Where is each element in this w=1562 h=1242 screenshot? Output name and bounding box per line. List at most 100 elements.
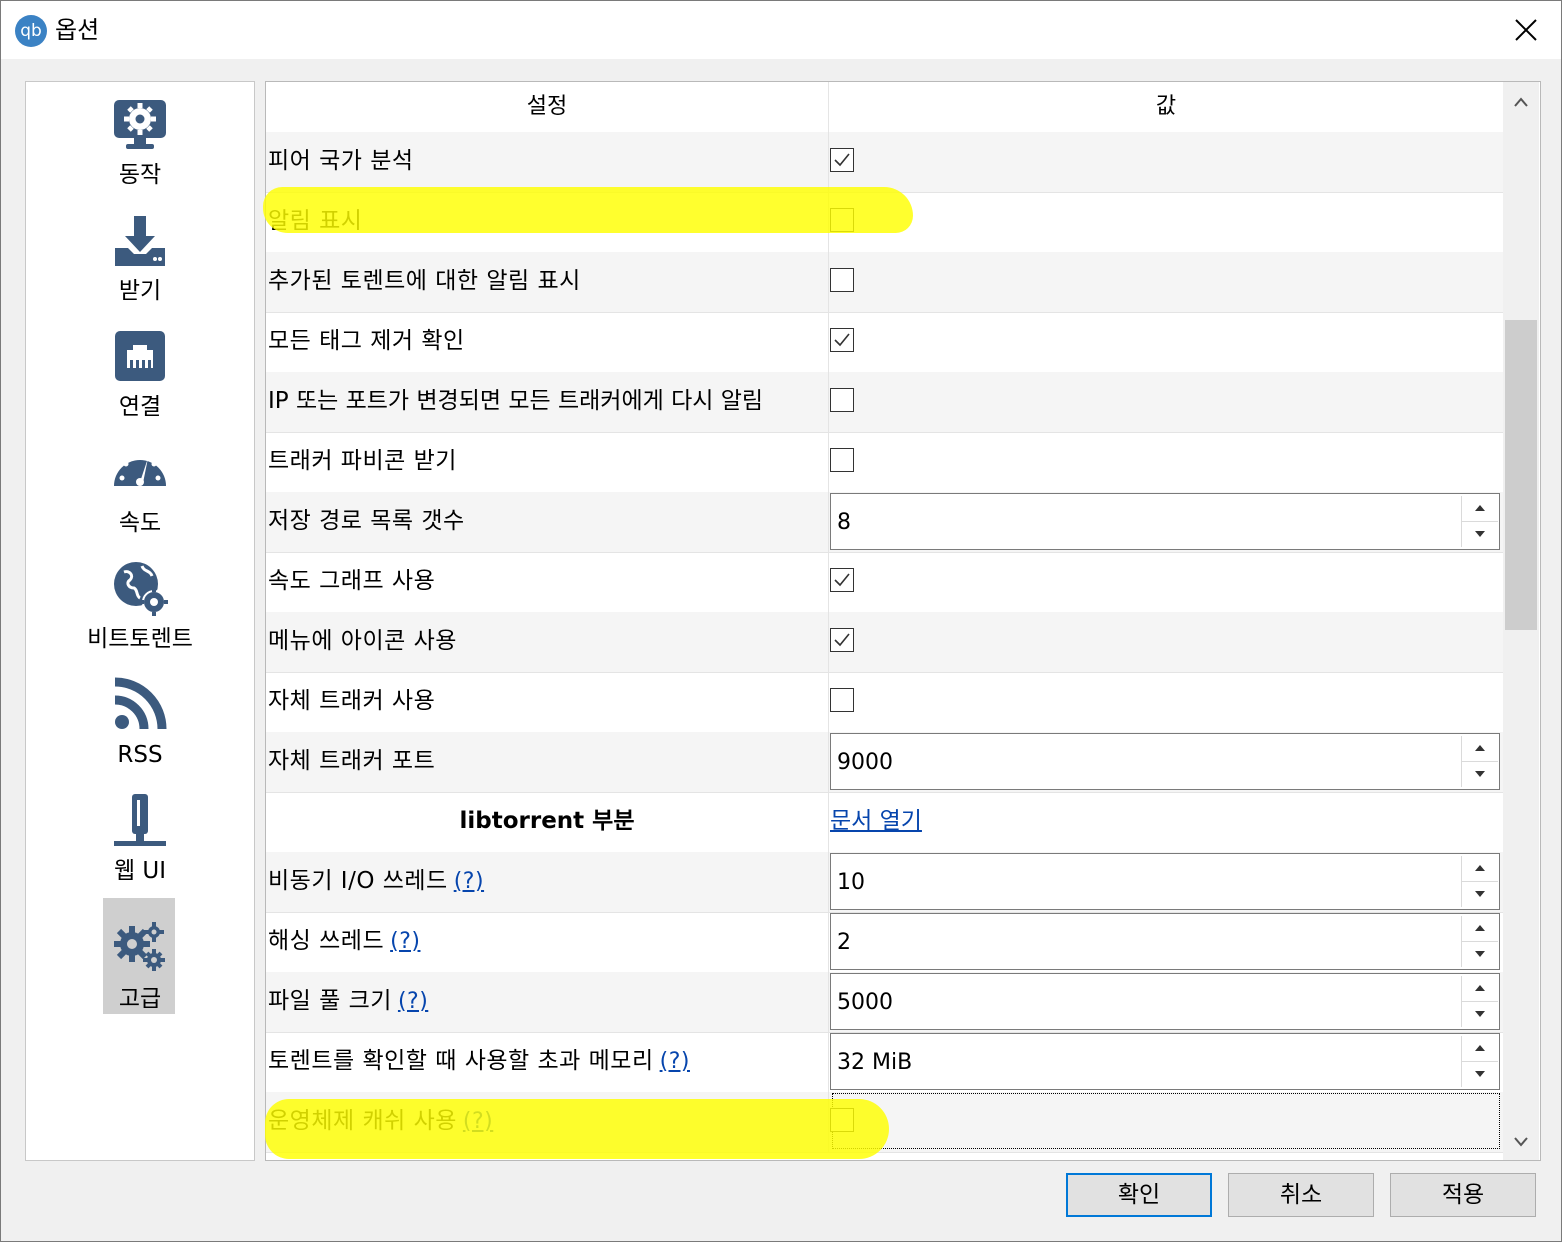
column-header-value[interactable]: 값 bbox=[829, 82, 1503, 132]
checkmark-icon bbox=[834, 573, 850, 587]
setting-name: 토렌트를 확인할 때 사용할 초과 메모리 (?) bbox=[268, 1048, 690, 1074]
spin-up-button[interactable] bbox=[1461, 736, 1498, 762]
setting-spinbox[interactable]: 8 bbox=[830, 493, 1500, 550]
sidebar-item-label: 고급 bbox=[118, 986, 162, 1012]
spin-up-button[interactable] bbox=[1461, 916, 1498, 942]
spin-down-button[interactable] bbox=[1461, 522, 1498, 547]
spinbox-value[interactable]: 9000 bbox=[837, 734, 893, 792]
table-row: 피어 국가 분석 bbox=[266, 132, 1503, 193]
sidebar-item-label: 비트토렌트 bbox=[87, 626, 193, 652]
table-row: 해싱 쓰레드 (?) 2 bbox=[266, 912, 1503, 973]
help-link[interactable]: (?) bbox=[463, 1109, 493, 1134]
advanced-settings-table: 설정 값 피어 국가 분석 알림 표시 추가된 토렌트에 대한 알림 표시 모든… bbox=[265, 81, 1541, 1161]
setting-name: 모든 태그 제거 확인 bbox=[268, 328, 465, 354]
spinbox-value[interactable]: 32 MiB bbox=[837, 1034, 912, 1092]
globe-gear-icon bbox=[114, 562, 168, 616]
setting-checkbox[interactable] bbox=[830, 208, 854, 232]
spin-up-button[interactable] bbox=[1461, 976, 1498, 1002]
spin-down-icon bbox=[1475, 951, 1485, 957]
table-row: 비동기 I/O 쓰레드 (?) 10 bbox=[266, 852, 1503, 913]
window-title: 옵션 bbox=[55, 16, 100, 44]
sidebar-item-label: 웹 UI bbox=[113, 858, 167, 884]
vertical-scrollbar[interactable] bbox=[1503, 82, 1539, 1160]
setting-spinbox[interactable]: 32 MiB bbox=[830, 1033, 1500, 1090]
setting-spinbox[interactable]: 9000 bbox=[830, 733, 1500, 790]
spinbox-value[interactable]: 8 bbox=[837, 494, 851, 552]
spin-up-icon bbox=[1475, 505, 1485, 511]
close-button[interactable] bbox=[1491, 1, 1561, 59]
setting-checkbox[interactable] bbox=[830, 568, 854, 592]
setting-checkbox[interactable] bbox=[830, 688, 854, 712]
rss-icon bbox=[114, 677, 167, 730]
setting-checkbox[interactable] bbox=[830, 328, 854, 352]
ok-button[interactable]: 확인 bbox=[1066, 1173, 1212, 1217]
setting-spinbox[interactable]: 10 bbox=[830, 853, 1500, 910]
spin-down-icon bbox=[1475, 1071, 1485, 1077]
sidebar-item-bittorrent[interactable]: 비트토렌트 bbox=[26, 550, 254, 666]
table-row: 속도 그래프 사용 bbox=[266, 552, 1503, 613]
scroll-up-icon[interactable] bbox=[1513, 96, 1529, 108]
setting-checkbox[interactable] bbox=[830, 1108, 854, 1132]
table-row: 저장 경로 목록 갯수 8 bbox=[266, 492, 1503, 553]
setting-name: 저장 경로 목록 갯수 bbox=[268, 508, 465, 534]
spin-up-button[interactable] bbox=[1461, 856, 1498, 882]
setting-name: IP 또는 포트가 변경되면 모든 트래커에게 다시 알림 bbox=[268, 388, 764, 414]
help-link[interactable]: (?) bbox=[398, 989, 428, 1014]
setting-checkbox[interactable] bbox=[830, 388, 854, 412]
setting-spinbox[interactable]: 2 bbox=[830, 913, 1500, 970]
spin-down-button[interactable] bbox=[1461, 1002, 1498, 1027]
sidebar-item-behavior[interactable]: 동작 bbox=[26, 86, 254, 202]
download-icon bbox=[115, 216, 165, 266]
advanced-gears-icon bbox=[114, 922, 165, 971]
column-header-setting[interactable]: 설정 bbox=[266, 82, 829, 132]
sidebar-item-connection[interactable]: 연결 bbox=[26, 318, 254, 434]
setting-checkbox[interactable] bbox=[830, 448, 854, 472]
spin-up-icon bbox=[1475, 745, 1485, 751]
checkmark-icon bbox=[834, 333, 850, 347]
sidebar-item-advanced[interactable]: 고급 bbox=[26, 898, 254, 1026]
setting-checkbox[interactable] bbox=[830, 148, 854, 172]
scroll-down-icon[interactable] bbox=[1513, 1136, 1529, 1148]
section-title: libtorrent 부분 bbox=[459, 808, 635, 834]
setting-name: 자체 트래커 포트 bbox=[268, 748, 436, 774]
spin-down-button[interactable] bbox=[1461, 762, 1498, 787]
table-row: 모든 태그 제거 확인 bbox=[266, 312, 1503, 373]
sidebar-item-web-ui[interactable]: 웹 UI bbox=[26, 782, 254, 898]
setting-name: 해싱 쓰레드 (?) bbox=[268, 928, 421, 954]
checkmark-icon bbox=[834, 153, 850, 167]
table-header: 설정 값 bbox=[266, 82, 1503, 133]
spinbox-value[interactable]: 2 bbox=[837, 914, 851, 972]
setting-name: 메뉴에 아이콘 사용 bbox=[268, 628, 457, 654]
table-row: 추가된 토렌트에 대한 알림 표시 bbox=[266, 252, 1503, 313]
apply-button[interactable]: 적용 bbox=[1390, 1173, 1536, 1217]
setting-name: 피어 국가 분석 bbox=[268, 148, 414, 174]
spin-up-icon bbox=[1475, 925, 1485, 931]
sidebar-item-rss[interactable]: RSS bbox=[26, 666, 254, 782]
web-ui-icon bbox=[114, 794, 166, 846]
network-port-icon bbox=[115, 331, 165, 381]
open-documentation-link[interactable]: 문서 열기 bbox=[830, 792, 922, 850]
help-link[interactable]: (?) bbox=[454, 869, 484, 894]
spin-down-button[interactable] bbox=[1461, 882, 1498, 907]
setting-spinbox[interactable]: 5000 bbox=[830, 973, 1500, 1030]
spinbox-value[interactable]: 5000 bbox=[837, 974, 893, 1032]
spin-down-button[interactable] bbox=[1461, 942, 1498, 967]
spin-down-icon bbox=[1475, 531, 1485, 537]
spin-up-icon bbox=[1475, 985, 1485, 991]
help-link[interactable]: (?) bbox=[390, 929, 420, 954]
cancel-button[interactable]: 취소 bbox=[1228, 1173, 1374, 1217]
table-row: 알림 표시 bbox=[266, 192, 1503, 253]
spin-up-button[interactable] bbox=[1461, 1036, 1498, 1062]
sidebar-item-label: 연결 bbox=[118, 394, 162, 420]
sidebar-item-speed[interactable]: 속도 bbox=[26, 434, 254, 550]
setting-checkbox[interactable] bbox=[830, 628, 854, 652]
table-section-row: libtorrent 부분 문서 열기 bbox=[266, 792, 1503, 853]
setting-checkbox[interactable] bbox=[830, 268, 854, 292]
spin-down-button[interactable] bbox=[1461, 1062, 1498, 1087]
spinbox-value[interactable]: 10 bbox=[837, 854, 865, 912]
spin-up-button[interactable] bbox=[1461, 496, 1498, 522]
scrollbar-thumb[interactable] bbox=[1505, 320, 1537, 630]
help-link[interactable]: (?) bbox=[660, 1049, 690, 1074]
checkmark-icon bbox=[834, 633, 850, 647]
sidebar-item-downloads[interactable]: 받기 bbox=[26, 202, 254, 318]
